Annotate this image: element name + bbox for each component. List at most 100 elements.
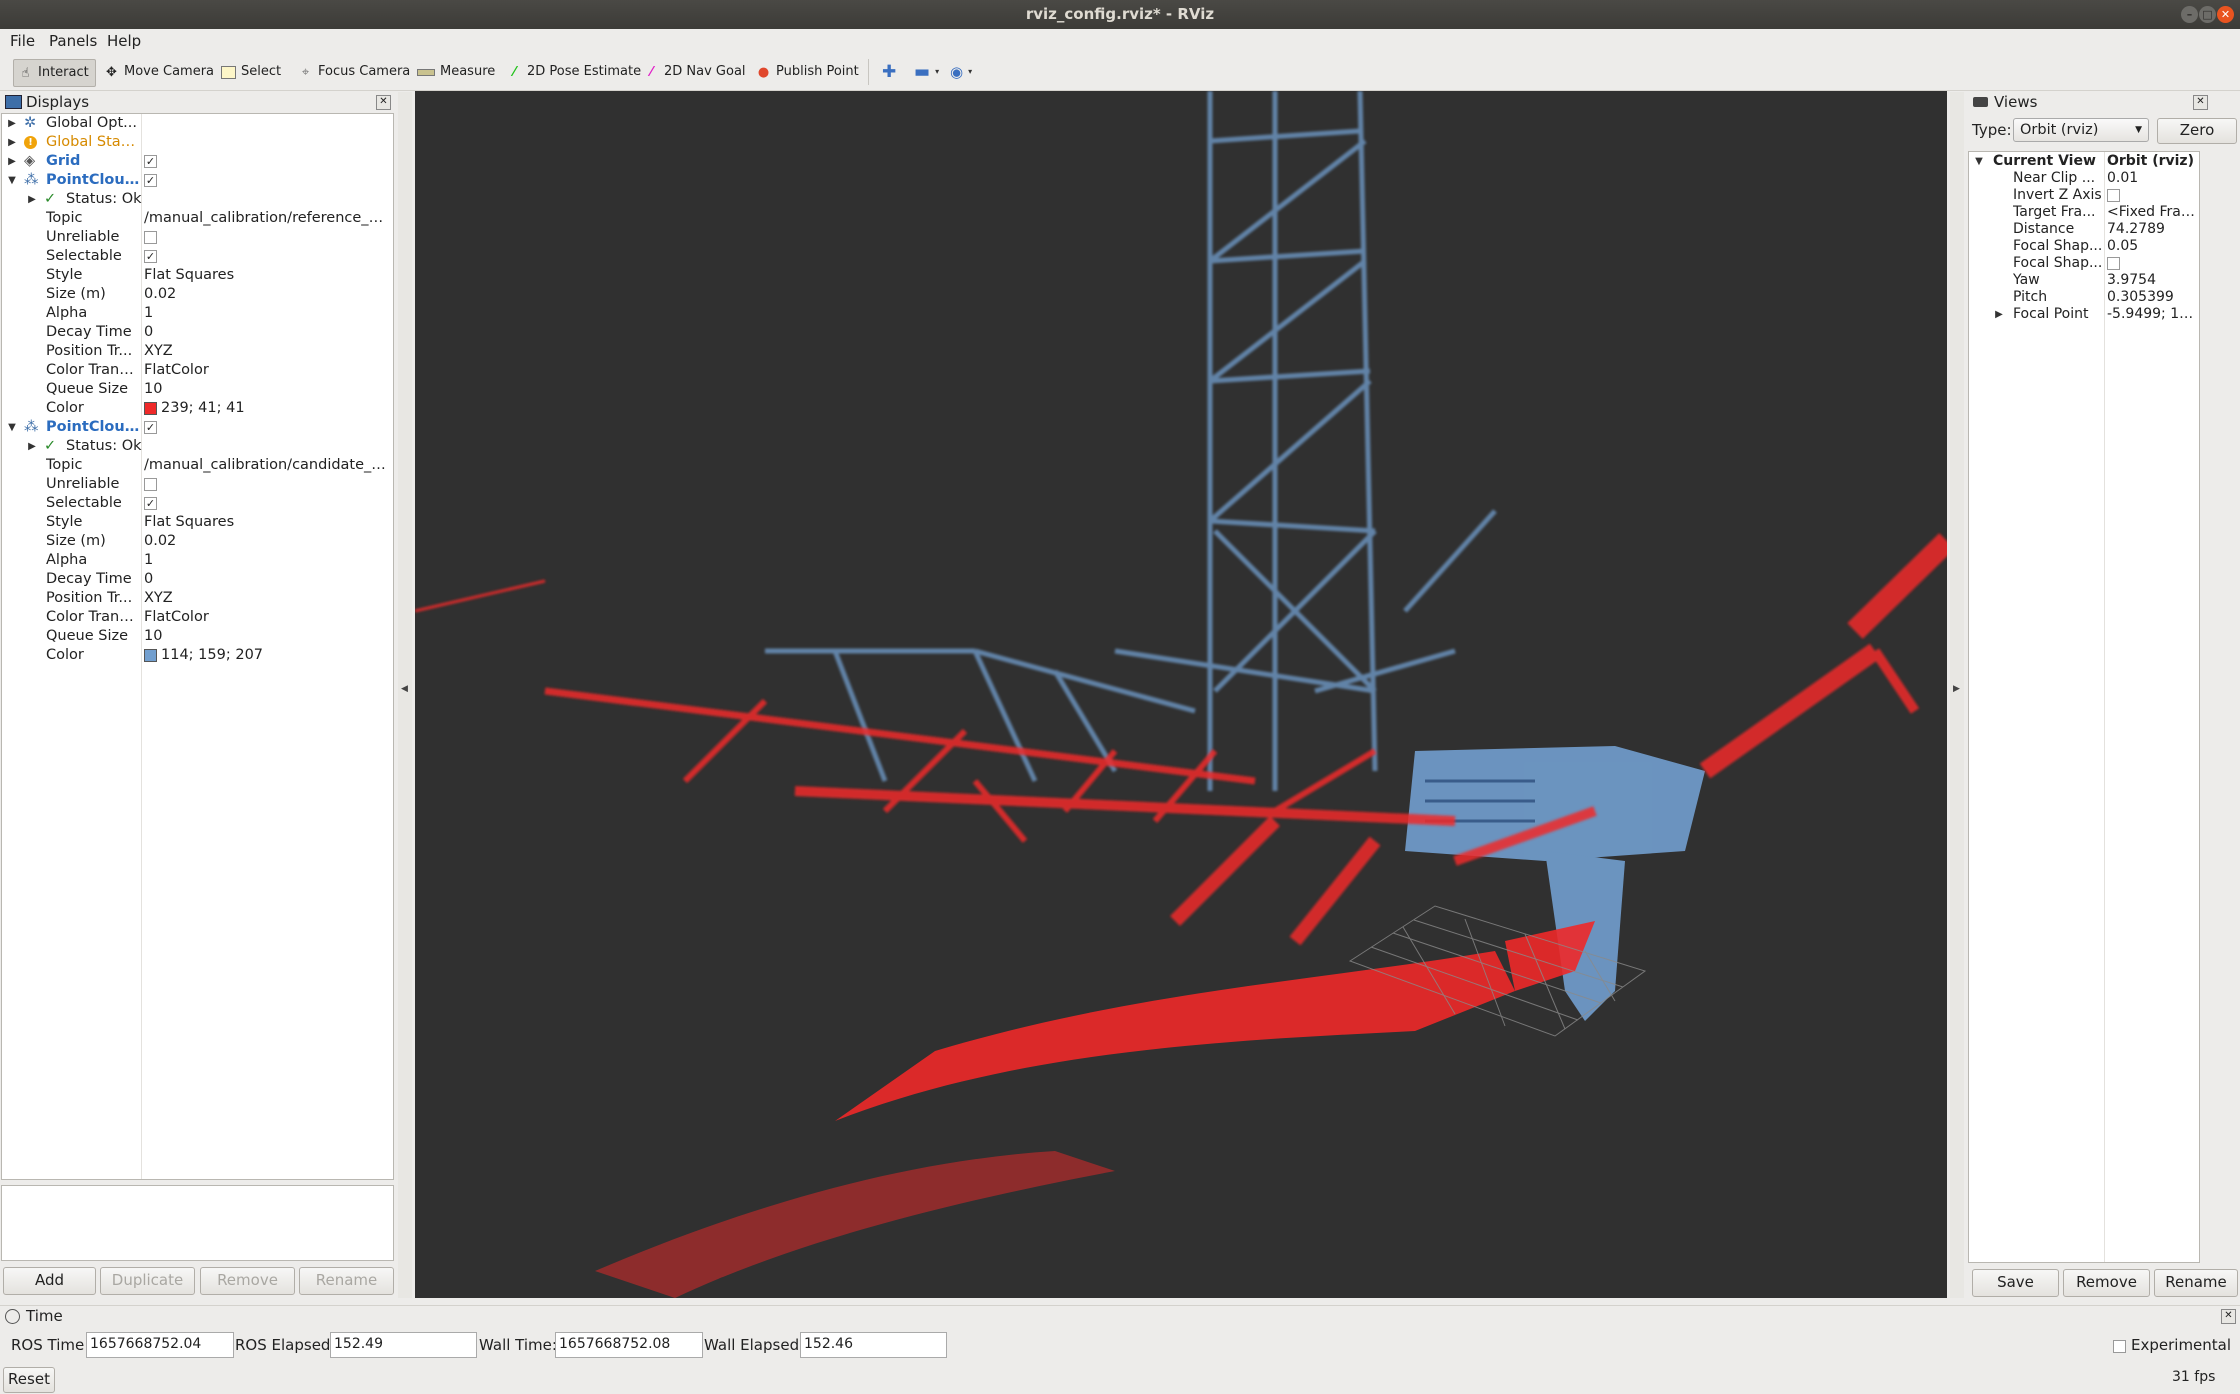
tool-measure[interactable]: Measure: [413, 59, 501, 85]
enable-checkbox[interactable]: ✓: [144, 420, 157, 434]
tree-item-global-options[interactable]: ▶ ✲ Global Opt...: [2, 114, 393, 133]
property-row[interactable]: Topic/manual_calibration/candidate_cl...: [2, 456, 393, 475]
right-splitter[interactable]: ▶: [1950, 92, 1964, 1298]
expand-arrow-icon[interactable]: ▶: [7, 133, 17, 152]
tool-properties-button[interactable]: ◉ ▾: [946, 59, 978, 85]
property-row[interactable]: Focal Shap... 0.05: [1969, 238, 2199, 255]
enable-checkbox[interactable]: ✓: [144, 173, 157, 187]
tool-interact[interactable]: ☝ Interact: [13, 59, 96, 87]
close-icon[interactable]: ✕: [2221, 1309, 2236, 1324]
property-row[interactable]: Focal Shap...: [1969, 255, 2199, 272]
tool-2d-nav-goal[interactable]: ⁄ 2D Nav Goal: [640, 59, 752, 85]
status-row[interactable]: ▶ ✓ Status: Ok: [2, 190, 393, 209]
property-row[interactable]: Near Clip ... 0.01: [1969, 170, 2199, 187]
property-row[interactable]: Unreliable: [2, 475, 393, 494]
property-row[interactable]: Pitch 0.305399: [1969, 289, 2199, 306]
menu-file[interactable]: File: [10, 32, 35, 50]
status-row[interactable]: ▶ ✓ Status: Ok: [2, 437, 393, 456]
add-display-button[interactable]: Add: [3, 1267, 96, 1295]
property-row[interactable]: Queue Size 10: [2, 627, 393, 646]
left-splitter[interactable]: ◀: [398, 92, 412, 1298]
experimental-checkbox-wrap[interactable]: [2113, 1338, 2126, 1354]
expand-arrow-icon[interactable]: ▶: [27, 437, 37, 456]
remove-display-button[interactable]: Remove: [200, 1267, 295, 1295]
property-row[interactable]: Position Tr... XYZ: [2, 589, 393, 608]
selectable-checkbox[interactable]: ✓: [144, 496, 157, 510]
tree-item-pointcloud2-reference[interactable]: ▼ ⁂ PointCloud2 ✓: [2, 171, 393, 190]
unreliable-checkbox[interactable]: [144, 477, 157, 491]
remove-view-button[interactable]: Remove: [2063, 1269, 2150, 1297]
property-row[interactable]: Topic/manual_calibration/reference_cl...: [2, 209, 393, 228]
duplicate-display-button[interactable]: Duplicate: [100, 1267, 195, 1295]
minimize-icon[interactable]: –: [2181, 6, 2198, 23]
property-row[interactable]: ▶Focal Point-5.9499; 16.008; ...: [1969, 306, 2199, 323]
selectable-checkbox[interactable]: ✓: [144, 249, 157, 263]
3d-viewport[interactable]: [414, 90, 1955, 1298]
maximize-icon[interactable]: □: [2199, 6, 2216, 23]
property-row[interactable]: Unreliable: [2, 228, 393, 247]
zero-button[interactable]: Zero: [2157, 118, 2237, 144]
tree-item-current-view[interactable]: ▼ Current View Orbit (rviz): [1969, 153, 2199, 170]
property-row[interactable]: Color 239; 41; 41: [2, 399, 393, 418]
menu-panels[interactable]: Panels: [49, 32, 97, 50]
property-row[interactable]: Style Flat Squares: [2, 266, 393, 285]
view-type-select[interactable]: Orbit (rviz) ▼: [2013, 118, 2149, 142]
tool-focus-camera[interactable]: ⌖ Focus Camera: [294, 59, 416, 85]
unreliable-checkbox[interactable]: [144, 230, 157, 244]
enable-checkbox[interactable]: ✓: [144, 154, 157, 168]
expand-arrow-icon[interactable]: ▶: [7, 152, 17, 171]
close-icon[interactable]: ✕: [2217, 6, 2234, 23]
property-row[interactable]: Queue Size 10: [2, 380, 393, 399]
reset-button[interactable]: Reset: [3, 1367, 55, 1393]
remove-tool-button[interactable]: ▬ ▾: [910, 59, 945, 85]
property-row[interactable]: Target Fra...<Fixed Frame>: [1969, 204, 2199, 221]
property-row[interactable]: Alpha 1: [2, 304, 393, 323]
close-icon[interactable]: ✕: [2193, 95, 2208, 110]
tree-item-grid[interactable]: ▶ ◈ Grid ✓: [2, 152, 393, 171]
rename-display-button[interactable]: Rename: [299, 1267, 394, 1295]
property-row[interactable]: Position Tr... XYZ: [2, 342, 393, 361]
wall-time-field[interactable]: 1657668752.08: [555, 1332, 703, 1358]
color-swatch[interactable]: [144, 401, 157, 415]
collapse-arrow-icon[interactable]: ▼: [7, 171, 17, 190]
property-row[interactable]: Selectable ✓: [2, 247, 393, 266]
views-tree[interactable]: ▼ Current View Orbit (rviz) Near Clip ..…: [1968, 151, 2200, 1263]
collapse-right-icon[interactable]: ▶: [1953, 684, 1960, 694]
tree-item-pointcloud2-candidate[interactable]: ▼ ⁂ PointCloud2 ✓: [2, 418, 393, 437]
ros-time-field[interactable]: 1657668752.04: [86, 1332, 234, 1358]
expand-arrow-icon[interactable]: ▶: [7, 114, 17, 133]
collapse-arrow-icon[interactable]: ▼: [1974, 153, 1984, 170]
property-row[interactable]: Size (m) 0.02: [2, 532, 393, 551]
expand-arrow-icon[interactable]: ▶: [27, 190, 37, 209]
property-row[interactable]: Color Trans... FlatColor: [2, 361, 393, 380]
property-row[interactable]: Alpha 1: [2, 551, 393, 570]
add-tool-button[interactable]: ✚: [878, 59, 902, 85]
color-swatch[interactable]: [144, 648, 157, 662]
invert-z-checkbox[interactable]: [2107, 188, 2120, 202]
tool-move-camera[interactable]: ✥ Move Camera: [100, 59, 220, 85]
tool-2d-pose-estimate[interactable]: ⁄ 2D Pose Estimate: [503, 59, 647, 85]
tool-publish-point[interactable]: ● Publish Point: [752, 59, 865, 85]
focal-shape-checkbox[interactable]: [2107, 256, 2120, 270]
experimental-checkbox[interactable]: [2113, 1339, 2126, 1353]
property-row[interactable]: Selectable ✓: [2, 494, 393, 513]
property-row[interactable]: Yaw 3.9754: [1969, 272, 2199, 289]
property-row[interactable]: Color Trans... FlatColor: [2, 608, 393, 627]
tool-select[interactable]: Select: [217, 59, 287, 85]
property-row[interactable]: Size (m) 0.02: [2, 285, 393, 304]
expand-arrow-icon[interactable]: ▶: [1994, 306, 2004, 323]
property-row[interactable]: Style Flat Squares: [2, 513, 393, 532]
property-row[interactable]: Distance 74.2789: [1969, 221, 2199, 238]
rename-view-button[interactable]: Rename: [2154, 1269, 2238, 1297]
ros-elapsed-field[interactable]: 152.49: [330, 1332, 477, 1358]
tree-item-global-status[interactable]: ▶ ! Global Stat...: [2, 133, 393, 152]
save-view-button[interactable]: Save: [1972, 1269, 2059, 1297]
displays-tree[interactable]: ▶ ✲ Global Opt... ▶ ! Global Stat... ▶ ◈…: [1, 113, 394, 1180]
property-row[interactable]: Color 114; 159; 207: [2, 646, 393, 665]
property-row[interactable]: Decay Time 0: [2, 323, 393, 342]
close-icon[interactable]: ✕: [376, 95, 391, 110]
menu-help[interactable]: Help: [107, 32, 141, 50]
collapse-arrow-icon[interactable]: ▼: [7, 418, 17, 437]
property-row[interactable]: Invert Z Axis: [1969, 187, 2199, 204]
wall-elapsed-field[interactable]: 152.46: [800, 1332, 947, 1358]
